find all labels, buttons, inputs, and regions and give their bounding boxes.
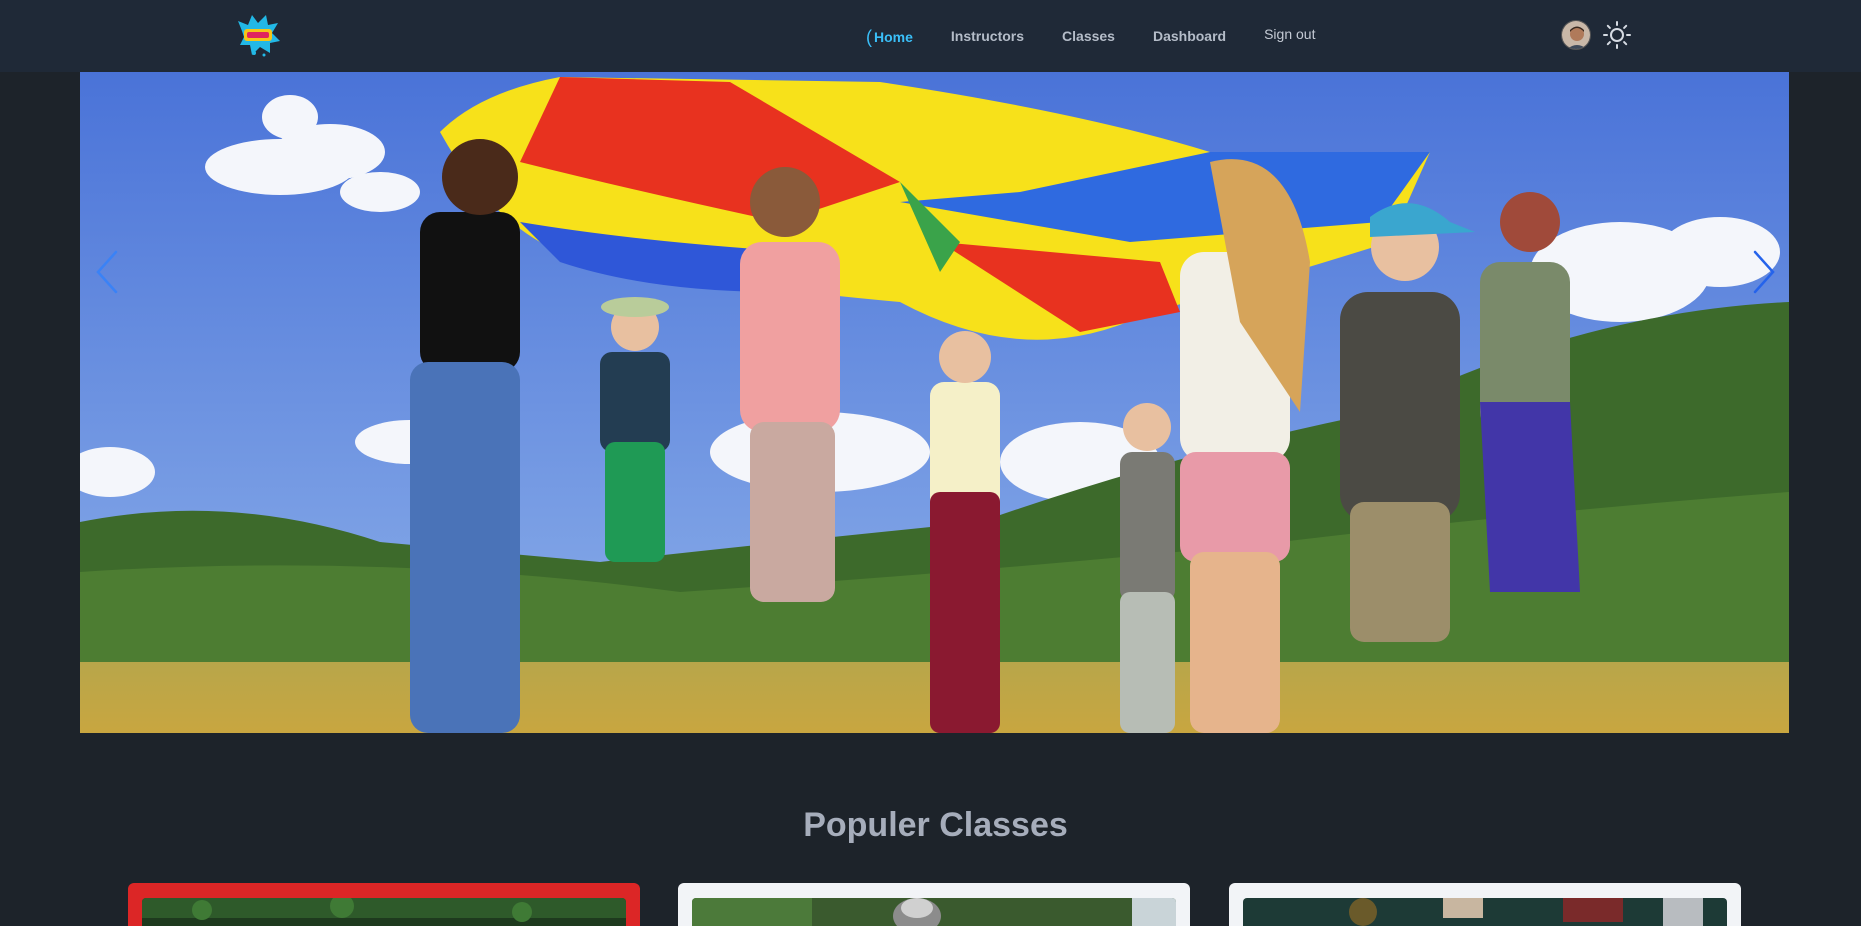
- navbar: Home Instructors Classes Dashboard Sign …: [0, 0, 1861, 72]
- hero-carousel: [80, 72, 1789, 733]
- sun-icon[interactable]: [1602, 20, 1632, 50]
- class-card[interactable]: [678, 883, 1190, 926]
- class-card-image: [142, 898, 626, 926]
- chevron-left-icon[interactable]: [88, 242, 128, 302]
- class-card-image: [1243, 898, 1727, 926]
- class-card-image: [692, 898, 1176, 926]
- class-card[interactable]: [1229, 883, 1741, 926]
- nav-link-classes[interactable]: Classes: [1062, 28, 1115, 44]
- nav-link-dashboard[interactable]: Dashboard: [1153, 28, 1226, 44]
- nav-link-instructors[interactable]: Instructors: [951, 28, 1024, 44]
- class-card[interactable]: [128, 883, 640, 926]
- hero-image: [80, 72, 1789, 733]
- sign-out-button[interactable]: Sign out: [1264, 26, 1315, 42]
- user-avatar[interactable]: [1561, 20, 1591, 50]
- chevron-right-icon[interactable]: [1743, 242, 1783, 302]
- section-title: Populer Classes: [803, 806, 1068, 844]
- site-logo[interactable]: [234, 11, 282, 59]
- main-nav: Home Instructors Classes Dashboard Sign …: [866, 0, 1315, 72]
- nav-link-home[interactable]: Home: [866, 26, 913, 47]
